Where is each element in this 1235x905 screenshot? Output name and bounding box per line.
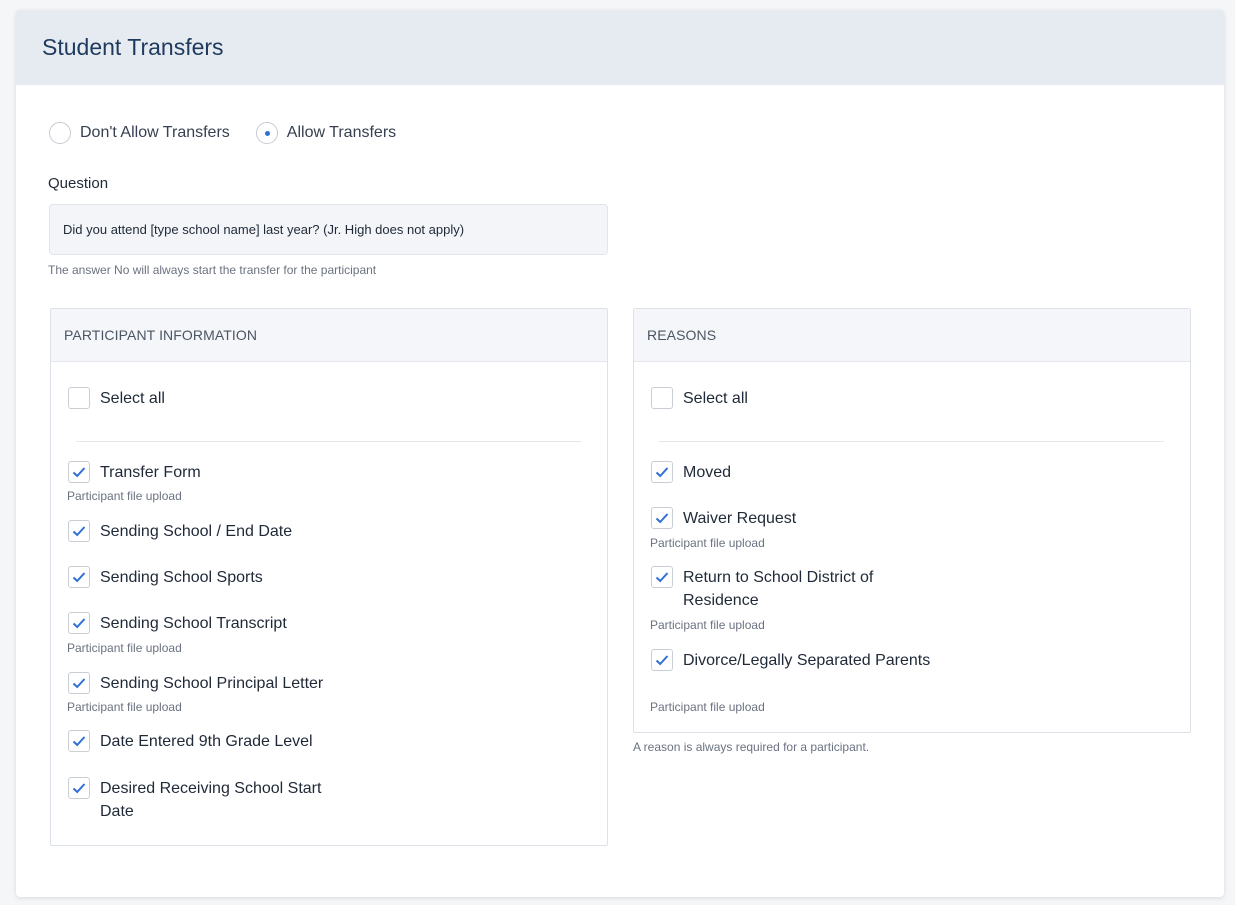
reasons-panel: REASONS Select all Moved Waiver Request … xyxy=(633,308,1191,733)
participant-item-transfer-form[interactable]: Transfer Form xyxy=(68,461,350,484)
reasons-select-all-checkbox[interactable] xyxy=(651,387,673,409)
reasons-help-text: A reason is always required for a partic… xyxy=(633,740,870,754)
sub-return-to-school-district: Participant file upload xyxy=(650,618,765,632)
checkbox-moved[interactable] xyxy=(651,461,673,483)
check-icon xyxy=(655,513,669,524)
check-icon xyxy=(655,572,669,583)
check-icon xyxy=(72,526,86,537)
participant-information-panel: PARTICIPANT INFORMATION Select all Trans… xyxy=(50,308,608,846)
transfer-mode-radio-group: Don't Allow Transfers Allow Transfers xyxy=(49,122,422,144)
check-icon xyxy=(655,467,669,478)
radio-allow-transfers[interactable]: Allow Transfers xyxy=(255,122,397,144)
participant-item-sending-school-transcript[interactable]: Sending School Transcript xyxy=(68,612,350,635)
check-icon xyxy=(72,678,86,689)
participant-information-title: PARTICIPANT INFORMATION xyxy=(51,309,607,362)
reasons-divider xyxy=(659,441,1164,442)
participant-item-desired-receiving-school-start-date[interactable]: Desired Receiving School Start Date xyxy=(68,777,350,823)
participant-select-all-checkbox[interactable] xyxy=(68,387,90,409)
label-transfer-form: Transfer Form xyxy=(100,464,201,481)
check-icon xyxy=(72,572,86,583)
reason-item-divorce-legally-separated[interactable]: Divorce/Legally Separated Parents xyxy=(651,649,933,672)
checkbox-date-entered-9th-grade[interactable] xyxy=(68,730,90,752)
checkbox-waiver-request[interactable] xyxy=(651,507,673,529)
check-icon xyxy=(655,655,669,666)
page-title: Student Transfers xyxy=(42,34,224,60)
label-moved: Moved xyxy=(683,464,732,481)
question-input[interactable] xyxy=(49,204,608,255)
participant-item-sending-school-end-date[interactable]: Sending School / End Date xyxy=(68,520,350,543)
participant-select-all[interactable]: Select all xyxy=(68,387,350,410)
participant-item-date-entered-9th-grade[interactable]: Date Entered 9th Grade Level xyxy=(68,730,350,753)
radio-label-allow: Allow Transfers xyxy=(286,124,397,141)
sub-sending-school-transcript: Participant file upload xyxy=(67,641,182,655)
checkbox-sending-school-transcript[interactable] xyxy=(68,612,90,634)
reasons-select-all[interactable]: Select all xyxy=(651,387,933,410)
label-desired-receiving-school-start-date: Desired Receiving School Start Date xyxy=(100,780,322,820)
radio-button-dont-allow[interactable] xyxy=(49,122,71,144)
student-transfers-card: Student Transfers Don't Allow Transfers … xyxy=(16,10,1224,897)
label-date-entered-9th-grade: Date Entered 9th Grade Level xyxy=(100,733,313,750)
checkbox-return-to-school-district[interactable] xyxy=(651,566,673,588)
sub-transfer-form: Participant file upload xyxy=(67,489,182,503)
label-sending-school-transcript: Sending School Transcript xyxy=(100,615,287,632)
label-return-to-school-district: Return to School District of Residence xyxy=(683,569,874,609)
reason-item-moved[interactable]: Moved xyxy=(651,461,933,484)
question-help-text: The answer No will always start the tran… xyxy=(48,263,377,277)
participant-item-sending-school-sports[interactable]: Sending School Sports xyxy=(68,566,350,589)
check-icon xyxy=(72,618,86,629)
radio-button-allow[interactable] xyxy=(255,122,278,144)
sub-sending-school-principal-letter: Participant file upload xyxy=(67,700,182,714)
reason-item-waiver-request[interactable]: Waiver Request xyxy=(651,507,933,530)
reason-item-return-to-school-district[interactable]: Return to School District of Residence xyxy=(651,566,933,612)
checkbox-sending-school-principal-letter[interactable] xyxy=(68,672,90,694)
reasons-title: REASONS xyxy=(634,309,1190,362)
label-sending-school-end-date: Sending School / End Date xyxy=(100,523,293,540)
checkbox-transfer-form[interactable] xyxy=(68,461,90,483)
radio-label-dont-allow: Don't Allow Transfers xyxy=(80,124,230,141)
label-divorce-legally-separated: Divorce/Legally Separated Parents xyxy=(683,652,931,669)
checkbox-desired-receiving-school-start-date[interactable] xyxy=(68,777,90,799)
reasons-select-all-label: Select all xyxy=(683,390,748,407)
participant-item-sending-school-principal-letter[interactable]: Sending School Principal Letter xyxy=(68,672,350,695)
checkbox-sending-school-sports[interactable] xyxy=(68,566,90,588)
question-label: Question xyxy=(48,175,109,192)
sub-waiver-request: Participant file upload xyxy=(650,536,765,550)
check-icon xyxy=(72,783,86,794)
sub-divorce-legally-separated: Participant file upload xyxy=(650,700,765,714)
label-sending-school-principal-letter: Sending School Principal Letter xyxy=(100,675,324,692)
participant-select-all-label: Select all xyxy=(100,390,165,407)
label-sending-school-sports: Sending School Sports xyxy=(100,569,263,586)
check-icon xyxy=(72,736,86,747)
checkbox-sending-school-end-date[interactable] xyxy=(68,520,90,542)
label-waiver-request: Waiver Request xyxy=(683,510,797,527)
radio-dont-allow-transfers[interactable]: Don't Allow Transfers xyxy=(49,122,230,144)
participant-divider xyxy=(76,441,581,442)
check-icon xyxy=(72,467,86,478)
card-header: Student Transfers xyxy=(16,10,1224,85)
checkbox-divorce-legally-separated[interactable] xyxy=(651,649,673,671)
